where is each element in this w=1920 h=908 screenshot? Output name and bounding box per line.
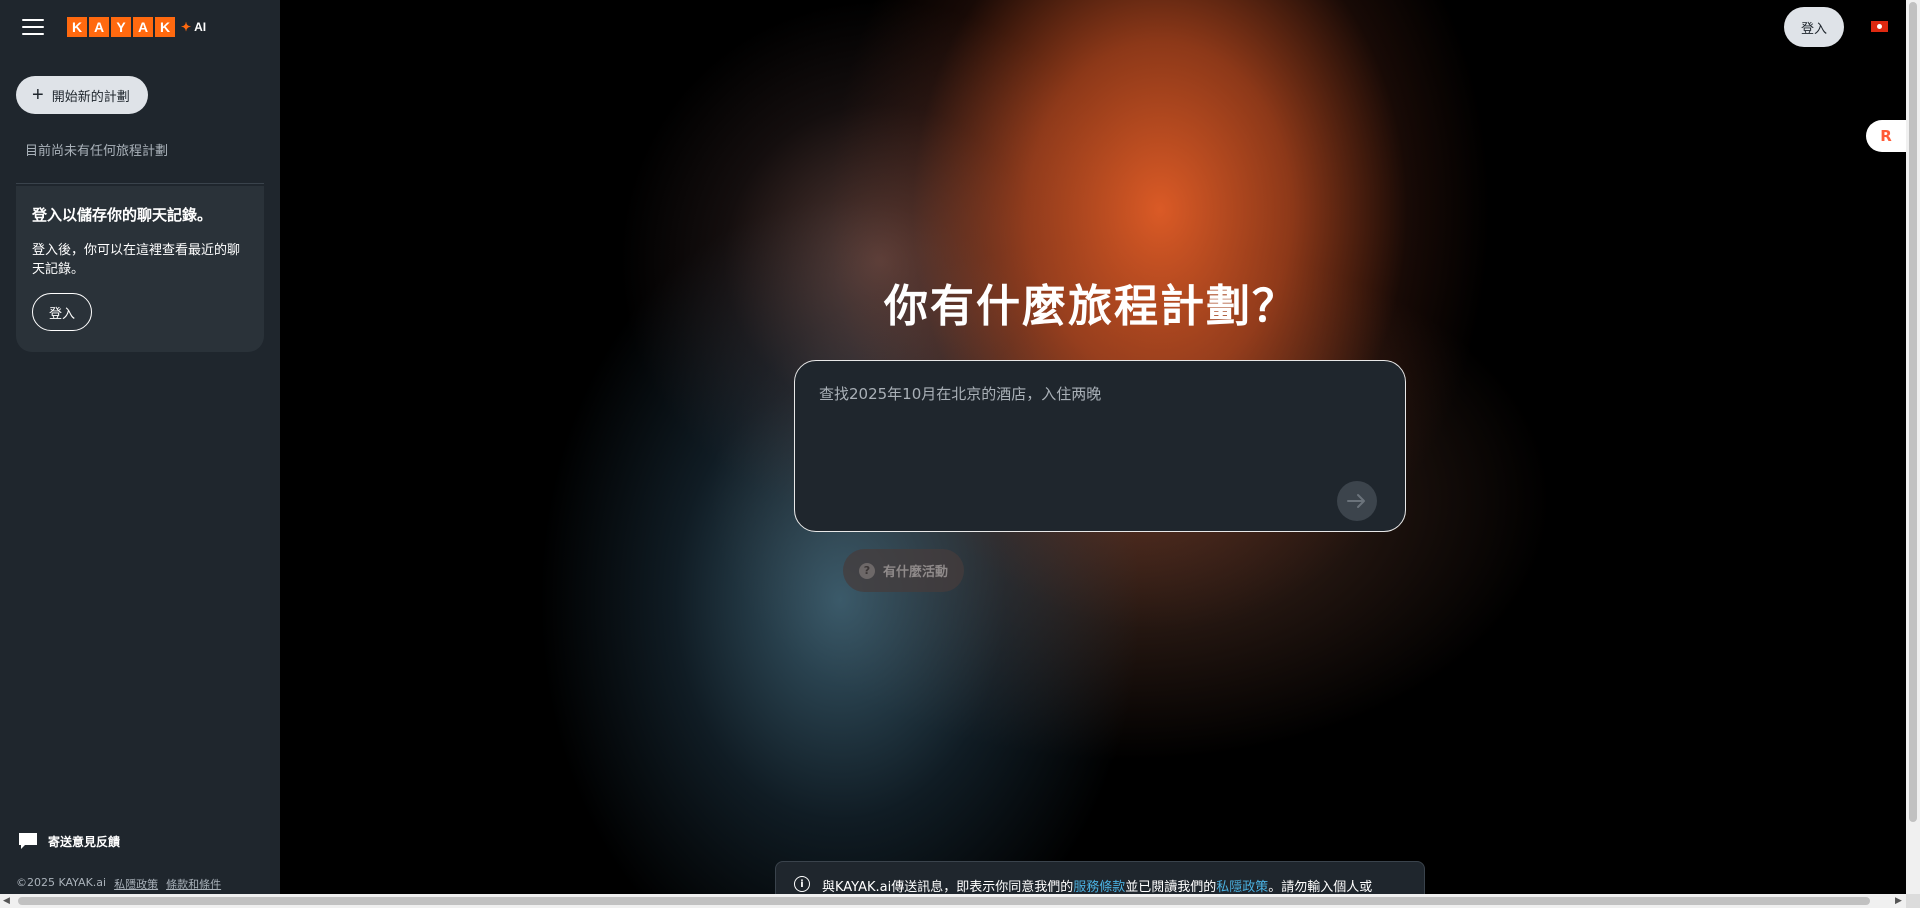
terms-of-service-link[interactable]: 服務條款 [1073, 880, 1125, 894]
sidebar: K A Y A K ✦ AI + 開始新的計劃 目前尚未有任何旅程計劃 登入以儲… [0, 0, 280, 894]
terms-link[interactable]: 條款和條件 [166, 876, 221, 892]
notice-privacy-link[interactable]: 私隱政策 [1216, 880, 1268, 894]
sidebar-login-button[interactable]: 登入 [32, 293, 92, 331]
horizontal-scrollbar[interactable]: ◀ ▶ [0, 894, 1906, 908]
notice-middle: 並已閱讀我們的 [1125, 880, 1217, 894]
login-card-title: 登入以儲存你的聊天記錄。 [32, 206, 213, 224]
sidebar-footer: ©2025 KAYAK.ai 私隱政策 條款和條件 [16, 876, 221, 892]
arrow-right-icon [1347, 494, 1365, 508]
logo-letter: K [67, 17, 87, 37]
send-button[interactable] [1337, 481, 1377, 521]
question-icon: ? [859, 562, 875, 579]
vertical-scrollbar-thumb[interactable] [1909, 2, 1917, 822]
terms-notice: i 與KAYAK.ai傳送訊息，即表示你同意我們的服務條款並已閱讀我們的私隱政策… [775, 861, 1425, 894]
sparkle-icon: ✦ [181, 20, 192, 34]
logo-ai-text: AI [194, 20, 207, 34]
hong-kong-flag-icon[interactable] [1871, 21, 1888, 32]
privacy-policy-link[interactable]: 私隱政策 [114, 876, 158, 892]
logo-letter: Y [111, 17, 131, 37]
notice-text: 與KAYAK.ai傳送訊息，即表示你同意我們的服務條款並已閱讀我們的私隱政策。請… [822, 876, 1372, 894]
notice-suffix: 。請勿輸入個人或 [1268, 880, 1373, 894]
prompt-input[interactable] [819, 379, 1379, 409]
suggestion-chip-activities[interactable]: ? 有什麼活動 [843, 549, 965, 592]
logo-letter: A [89, 17, 109, 37]
chat-bubble-icon [19, 833, 37, 849]
prompt-box [794, 360, 1406, 532]
vertical-scrollbar[interactable] [1906, 0, 1920, 894]
no-plans-text: 目前尚未有任何旅程計劃 [25, 144, 169, 159]
menu-icon[interactable] [22, 19, 44, 35]
logo-ai-badge: ✦ AI [181, 20, 206, 34]
sidebar-divider [16, 183, 264, 184]
floating-widget-icon[interactable]: R [1866, 120, 1906, 152]
scrollbar-corner [1906, 894, 1920, 908]
kayak-ai-logo[interactable]: K A Y A K ✦ AI [67, 17, 206, 37]
copyright-text: ©2025 KAYAK.ai [16, 876, 107, 889]
logo-letter: A [133, 17, 153, 37]
page-title: 你有什麼旅程計劃？ [884, 281, 1298, 332]
suggestion-chip-label: 有什麼活動 [883, 565, 949, 580]
new-plan-label: 開始新的計劃 [51, 88, 130, 104]
kayak-logo-letters: K A Y A K [67, 17, 175, 37]
feedback-button[interactable]: 寄送意見反饋 [18, 832, 120, 850]
notice-prefix: 與KAYAK.ai傳送訊息，即表示你同意我們的 [822, 880, 1074, 894]
main-hero: 你有什麼旅程計劃？ ? 有什麼活動 i 與KAYAK.ai傳送訊息，即表示你同意… [280, 0, 1906, 894]
scroll-right-icon[interactable]: ▶ [1895, 896, 1902, 906]
new-plan-button[interactable]: + 開始新的計劃 [16, 76, 148, 114]
scroll-left-icon[interactable]: ◀ [3, 896, 10, 906]
horizontal-scrollbar-thumb[interactable] [18, 897, 1870, 905]
header-login-button[interactable]: 登入 [1784, 7, 1844, 47]
feedback-label: 寄送意見反饋 [48, 834, 121, 849]
plus-icon: + [32, 84, 44, 106]
info-icon: i [794, 876, 810, 892]
logo-letter: K [155, 17, 175, 37]
login-prompt-card: 登入以儲存你的聊天記錄。 登入後，你可以在這裡查看最近的聊天記錄。 登入 [16, 186, 264, 352]
login-card-description: 登入後，你可以在這裡查看最近的聊天記錄。 [32, 243, 241, 277]
